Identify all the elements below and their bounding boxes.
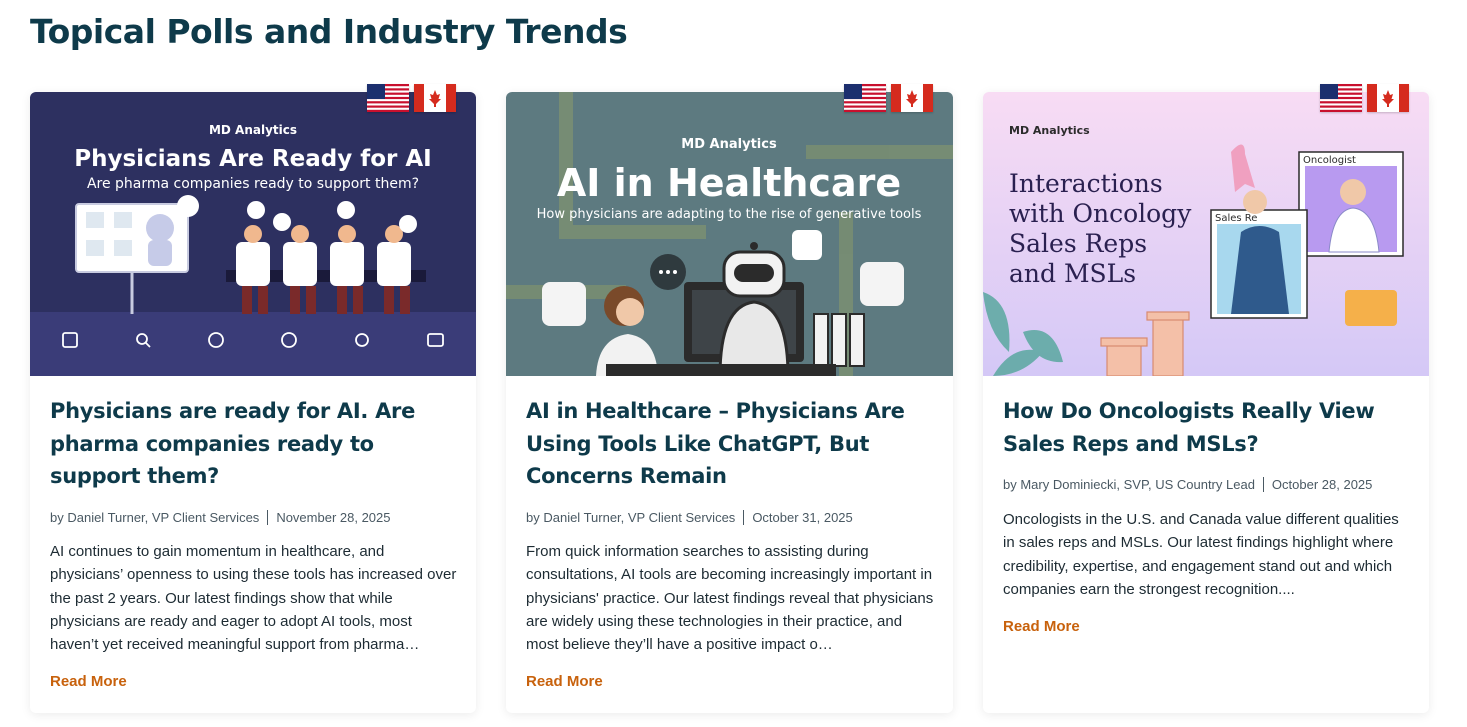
image-headline: Physicians Are Ready for AI [74, 146, 431, 172]
read-more-link[interactable]: Read More [50, 673, 127, 690]
canada-flag-icon [891, 84, 933, 112]
article-thumbnail[interactable]: MD Analytics Physicians Are Ready for AI… [30, 92, 476, 376]
image-headline-line: Interactions [1009, 169, 1163, 198]
canada-flag-icon [1367, 84, 1409, 112]
article-card[interactable]: MD Analytics AI in Healthcare How physic… [506, 84, 953, 713]
image-headline-line: and MSLs [1009, 259, 1136, 288]
article-thumbnail[interactable]: MD Analytics AI in Healthcare How physic… [506, 92, 953, 376]
article-date: October 31, 2025 [752, 510, 853, 525]
article-excerpt: AI continues to gain momentum in healthc… [50, 543, 457, 654]
article-author: by Mary Dominiecki, SVP, US Country Lead [1003, 477, 1255, 492]
country-flags [1320, 84, 1409, 112]
meta-divider [1262, 477, 1264, 492]
article-author: by Daniel Turner, VP Client Services [50, 510, 260, 525]
article-excerpt: Oncologists in the U.S. and Canada value… [1003, 511, 1399, 598]
section-title: Topical Polls and Industry Trends [30, 12, 628, 51]
brand-logo: MD Analytics [1009, 124, 1090, 137]
article-title[interactable]: Physicians are ready for AI. Are pharma … [50, 395, 458, 493]
article-meta: by Daniel Turner, VP Client Services Nov… [50, 510, 458, 525]
article-date: November 28, 2025 [276, 510, 391, 525]
article-meta: by Mary Dominiecki, SVP, US Country Lead… [1003, 477, 1411, 492]
article-title[interactable]: How Do Oncologists Really View Sales Rep… [1003, 395, 1411, 460]
meta-divider [267, 510, 269, 525]
article-card[interactable]: MD Analytics Interactions with Oncology … [983, 84, 1429, 713]
article-author: by Daniel Turner, VP Client Services [526, 510, 736, 525]
canada-flag-icon [414, 84, 456, 112]
image-headline-line: with Oncology [1009, 199, 1192, 228]
brand-logo: MD Analytics [681, 137, 777, 152]
article-card[interactable]: MD Analytics Physicians Are Ready for AI… [30, 84, 476, 713]
read-more-link[interactable]: Read More [526, 673, 603, 690]
article-meta: by Daniel Turner, VP Client Services Oct… [526, 510, 935, 525]
article-title[interactable]: AI in Healthcare – Physicians Are Using … [526, 395, 935, 493]
country-flags [367, 84, 456, 112]
window-label: Sales Re [1215, 213, 1257, 224]
window-label: Oncologist [1303, 155, 1356, 166]
read-more-link[interactable]: Read More [1003, 618, 1080, 635]
us-flag-icon [844, 84, 886, 112]
image-subhead: How physicians are adapting to the rise … [537, 207, 922, 222]
article-excerpt: From quick information searches to assis… [526, 543, 934, 654]
meta-divider [743, 510, 745, 525]
article-date: October 28, 2025 [1271, 477, 1373, 492]
brand-logo: MD Analytics [209, 123, 297, 137]
us-flag-icon [367, 84, 409, 112]
image-headline: AI in Healthcare [557, 161, 901, 205]
image-subhead: Are pharma companies ready to support th… [87, 176, 419, 192]
us-flag-icon [1320, 84, 1362, 112]
article-thumbnail[interactable]: MD Analytics Interactions with Oncology … [983, 92, 1429, 376]
country-flags [844, 84, 933, 112]
image-headline-line: Sales Reps [1009, 229, 1147, 258]
